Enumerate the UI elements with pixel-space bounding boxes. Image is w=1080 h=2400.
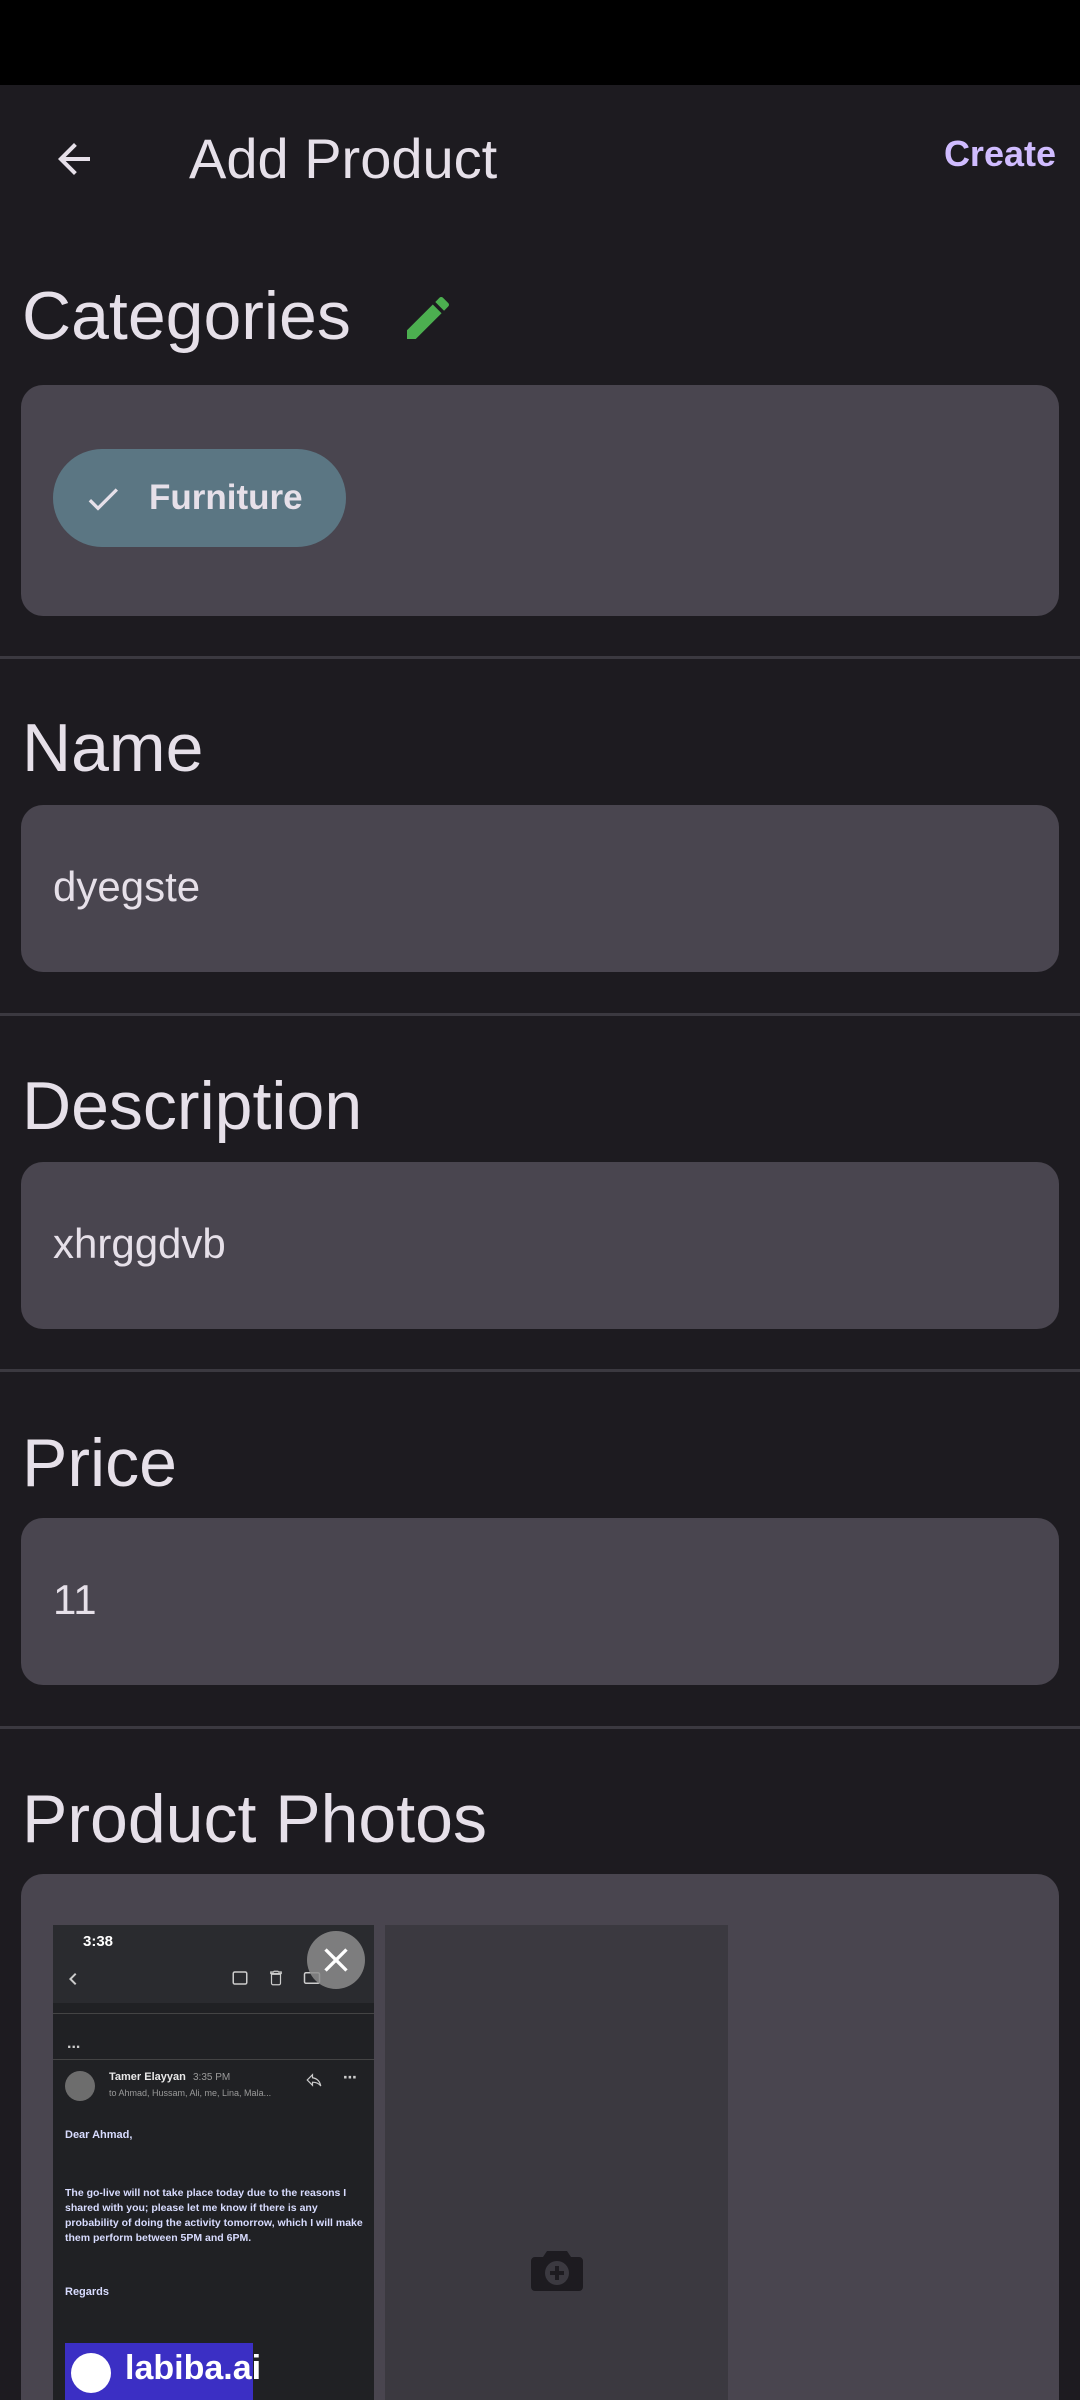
price-title: Price — [22, 1425, 177, 1501]
check-icon — [88, 488, 118, 511]
product-photos-title: Product Photos — [22, 1781, 487, 1857]
trash-icon — [270, 1970, 282, 1986]
page-title: Add Product — [189, 127, 498, 190]
name-field[interactable]: dyegste — [21, 805, 1059, 972]
categories-title: Categories — [22, 278, 351, 354]
chevron-left-icon — [69, 1973, 77, 1985]
chip-label: Furniture — [149, 478, 303, 517]
description-field[interactable]: xhrggdvb — [21, 1162, 1059, 1329]
remove-photo-button[interactable] — [307, 1931, 365, 1989]
edit-categories-icon[interactable] — [400, 290, 456, 346]
more-icon: ⋯ — [343, 2069, 357, 2085]
back-button[interactable] — [30, 115, 118, 203]
description-value: xhrggdvb — [53, 1220, 226, 1267]
name-value: dyegste — [53, 863, 201, 910]
description-title: Description — [22, 1068, 363, 1144]
price-field[interactable]: 11 — [21, 1518, 1059, 1685]
divider — [0, 656, 1080, 659]
camera-add-icon — [531, 2251, 583, 2291]
recipients: to Ahmad, Hussam, Ali, me, Lina, Mala... — [109, 2088, 272, 2098]
thumbnail-divider — [53, 2059, 374, 2060]
thumbnail-time: 3:38 — [83, 1933, 114, 1950]
logo-bubble-icon — [71, 2353, 111, 2393]
labiba-logo: labiba.ai — [65, 2343, 261, 2400]
price-value: 11 — [53, 1576, 97, 1623]
reply-icon — [306, 2073, 322, 2087]
logo-text: labiba.ai — [125, 2349, 262, 2387]
name-title: Name — [22, 710, 204, 786]
divider — [0, 1726, 1080, 1729]
status-bar — [0, 0, 1080, 85]
archive-icon — [232, 1971, 248, 1985]
divider — [0, 1013, 1080, 1016]
email-regards: Regards — [65, 2286, 110, 2298]
add-photo-button[interactable] — [385, 1925, 728, 2400]
category-chip-furniture[interactable]: Furniture — [53, 449, 346, 547]
email-greeting: Dear Ahmad, — [65, 2129, 133, 2141]
close-icon — [324, 1948, 348, 1972]
sender-avatar — [65, 2071, 95, 2101]
create-button[interactable]: Create — [944, 129, 1056, 179]
email-body: The go-live will not take place today du… — [65, 2187, 363, 2244]
divider — [0, 1369, 1080, 1372]
sent-time: 3:35 PM — [193, 2072, 231, 2083]
thumbnail-ellipsis: ... — [67, 2035, 81, 2052]
thumbnail-divider — [53, 2013, 374, 2014]
app-bar: Add Product Create — [0, 85, 1080, 233]
product-photo-thumbnail[interactable]: 3:38 ... Tamer Elayyan 3:35 PM ⋯ to Ahma… — [53, 1925, 374, 2400]
sender-name: Tamer Elayyan — [109, 2071, 186, 2083]
arrow-back-icon — [58, 143, 90, 175]
categories-box: Furniture — [21, 385, 1059, 616]
